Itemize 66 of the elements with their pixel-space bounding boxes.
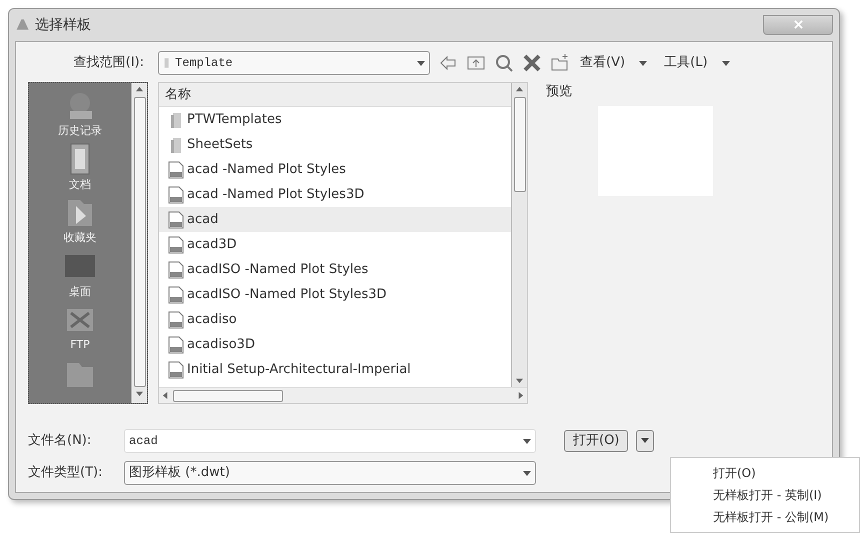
open-button[interactable]: 打开(O) bbox=[564, 430, 628, 452]
drawing-file-icon bbox=[167, 360, 185, 378]
file-row[interactable]: Initial Setup-Architectural-Imperial bbox=[159, 357, 511, 382]
drawing-file-icon bbox=[167, 186, 185, 204]
file-row[interactable]: PTWTemplates bbox=[159, 107, 511, 132]
file-name-field[interactable]: acad bbox=[124, 429, 536, 453]
drawing-file-icon bbox=[167, 310, 185, 328]
scroll-arrow-icon[interactable] bbox=[516, 86, 523, 94]
app-icon bbox=[15, 17, 31, 33]
scroll-arrow-icon[interactable] bbox=[136, 390, 143, 397]
drawing-file-icon bbox=[167, 260, 185, 278]
file-type-label: 文件类型(T): bbox=[28, 464, 104, 482]
scroll-thumb[interactable] bbox=[172, 390, 282, 402]
caret-icon bbox=[523, 437, 531, 445]
new-folder-icon[interactable] bbox=[550, 53, 570, 73]
delete-icon[interactable] bbox=[522, 53, 542, 73]
file-row[interactable]: acadISO -Named Plot Styles bbox=[159, 257, 511, 282]
caret-icon bbox=[641, 436, 650, 444]
caret-icon bbox=[523, 469, 531, 477]
caret-icon bbox=[722, 58, 730, 67]
look-in-label: 查找范围(I): bbox=[72, 54, 145, 72]
vertical-scrollbar[interactable] bbox=[131, 83, 147, 403]
preview-label: 预览 bbox=[545, 83, 573, 101]
back-arrow-icon[interactable] bbox=[438, 53, 458, 73]
file-row[interactable]: acadiso3D bbox=[159, 332, 511, 357]
drawing-file-icon bbox=[167, 336, 185, 354]
open-options-button[interactable] bbox=[636, 430, 654, 452]
horizontal-scrollbar[interactable] bbox=[159, 387, 527, 403]
look-in-dropdown[interactable]: Template bbox=[158, 51, 430, 75]
place-label[interactable]: 文档 bbox=[69, 176, 91, 193]
caret-icon bbox=[639, 58, 648, 67]
place-label[interactable]: 历史记录 bbox=[58, 123, 102, 140]
toolbar-menu[interactable]: 查看(V) bbox=[578, 53, 650, 73]
menu-item[interactable]: 无样板打开 - 公制(M) bbox=[671, 506, 859, 528]
file-row[interactable]: acadISO -Named Plot Styles3D bbox=[159, 282, 511, 307]
search-icon[interactable] bbox=[494, 53, 514, 73]
file-row[interactable]: SheetSets bbox=[159, 132, 511, 157]
file-row[interactable]: acad -Named Plot Styles3D bbox=[159, 182, 511, 207]
window-title: 选择样板 bbox=[35, 16, 91, 34]
scroll-thumb[interactable] bbox=[134, 96, 146, 386]
close-button[interactable] bbox=[763, 15, 833, 35]
drawing-file-icon bbox=[167, 286, 185, 304]
file-type-dropdown[interactable]: 图形样板 (*.dwt) bbox=[124, 461, 536, 485]
file-row[interactable]: acad -Named Plot Styles bbox=[159, 157, 511, 182]
place-label[interactable]: 桌面 bbox=[69, 284, 91, 300]
toolbar-menu[interactable]: 工具(L) bbox=[662, 53, 732, 73]
file-name-label: 文件名(N): bbox=[28, 432, 92, 450]
scroll-arrow-icon[interactable] bbox=[136, 86, 143, 94]
close-icon bbox=[794, 20, 802, 29]
drawing-file-icon bbox=[167, 160, 185, 178]
scroll-arrow-icon[interactable] bbox=[162, 392, 170, 399]
place-label[interactable]: FTP bbox=[70, 337, 90, 354]
vertical-scrollbar[interactable] bbox=[511, 83, 527, 387]
file-row[interactable]: acadiso bbox=[159, 307, 511, 332]
menu-item[interactable]: 无样板打开 - 英制(I) bbox=[671, 484, 859, 506]
drawing-file-icon bbox=[167, 210, 185, 228]
scroll-arrow-icon[interactable] bbox=[516, 392, 524, 399]
column-header[interactable]: 名称 bbox=[159, 83, 511, 107]
scroll-thumb[interactable] bbox=[514, 96, 526, 192]
place-label[interactable]: 收藏夹 bbox=[64, 230, 96, 246]
file-row[interactable]: acad3D bbox=[159, 232, 511, 257]
drawing-file-icon bbox=[167, 236, 185, 254]
caret-icon bbox=[417, 59, 425, 67]
file-row[interactable]: acad bbox=[159, 207, 511, 232]
menu-item[interactable]: 打开(O) bbox=[671, 462, 859, 484]
scroll-arrow-icon[interactable] bbox=[516, 376, 523, 384]
